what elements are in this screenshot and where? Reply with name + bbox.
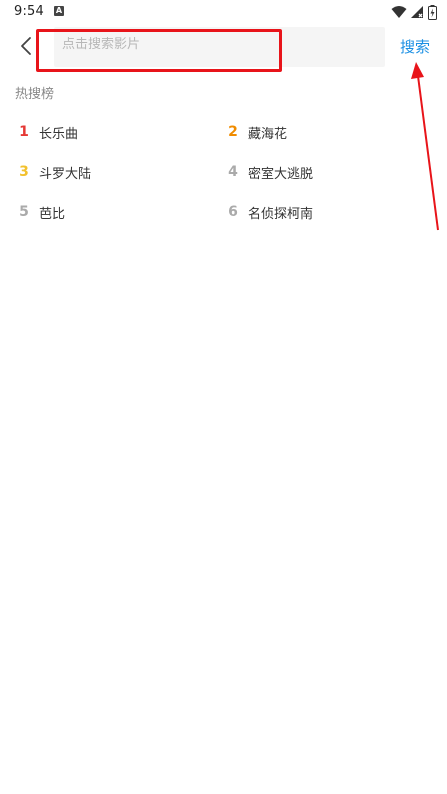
hot-item-name: 斗罗大陆 — [39, 166, 92, 182]
hot-item-name: 藏海花 — [248, 126, 288, 142]
search-button[interactable]: 搜索 — [400, 36, 430, 57]
search-header: 搜索 — [0, 24, 447, 72]
hot-item-rank: 5 — [19, 204, 29, 220]
chevron-left-icon — [21, 37, 31, 55]
status-icons — [391, 4, 437, 20]
hot-item-4[interactable]: 4 密室大逃脱 — [226, 152, 313, 192]
hot-item-rank: 4 — [228, 164, 238, 180]
wifi-icon — [391, 6, 407, 18]
hot-item-name: 名侦探柯南 — [248, 206, 314, 222]
hot-item-name: 芭比 — [39, 206, 66, 222]
notification-icon: A — [54, 6, 64, 16]
hot-item-2[interactable]: 2 藏海花 — [226, 112, 287, 152]
battery-icon — [428, 4, 437, 20]
hot-item-3[interactable]: 3 斗罗大陆 — [17, 152, 91, 192]
hot-item-rank: 2 — [228, 124, 238, 140]
back-button[interactable] — [14, 32, 38, 60]
hot-item-rank: 1 — [19, 124, 29, 140]
signal-icon — [411, 6, 423, 18]
hot-item-rank: 6 — [228, 204, 238, 220]
hot-item-6[interactable]: 6 名侦探柯南 — [226, 192, 313, 232]
hot-item-name: 密室大逃脱 — [248, 166, 314, 182]
annotation-highlight-box — [36, 29, 282, 72]
status-bar: 9:54 A — [0, 0, 447, 24]
hot-item-5[interactable]: 5 芭比 — [17, 192, 65, 232]
hot-item-name: 长乐曲 — [39, 126, 79, 142]
hot-item-rank: 3 — [19, 164, 29, 180]
status-time: 9:54 — [14, 4, 44, 19]
hot-search-title: 热搜榜 — [15, 87, 55, 102]
hot-item-1[interactable]: 1 长乐曲 — [17, 112, 78, 152]
